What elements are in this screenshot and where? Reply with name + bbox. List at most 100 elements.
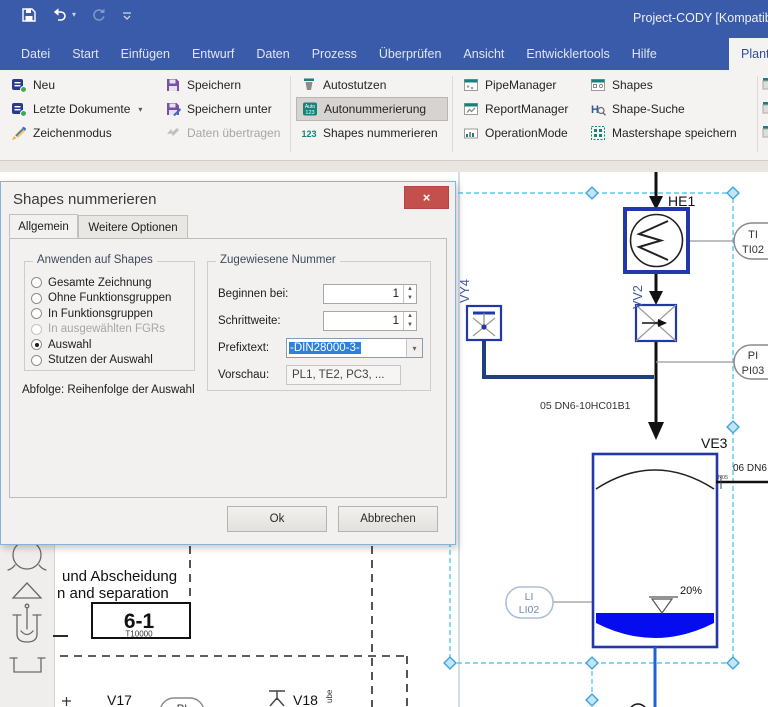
ribbon: Neu Letzte Dokumente ▾ Zeichenmodus Spei… — [0, 70, 768, 228]
ribbon-button-operationmode[interactable]: OperationMode — [458, 121, 573, 145]
spin-up-icon[interactable]: ▲ — [404, 312, 416, 321]
save-as-icon — [165, 101, 181, 117]
dialog-tab-allgemein[interactable]: Allgemein — [9, 214, 78, 238]
beginnen-bei-input[interactable]: 1 ▲ ▼ — [323, 284, 417, 304]
instrument-bubble-li02[interactable]: LI LI02 — [505, 586, 554, 619]
radio-icon — [31, 323, 42, 335]
dialog-title: Shapes nummerieren — [13, 191, 157, 208]
sheet-reference-box[interactable]: 6-1 T10000 — [91, 602, 191, 639]
number-group-box: Zugewiesene Nummer Beginnen bei: 1 ▲ ▼ Sc… — [207, 254, 431, 391]
tab-start[interactable]: Start — [61, 38, 109, 70]
ribbon-button-mastershape-speichern[interactable]: Mastershape speichern — [585, 121, 742, 145]
ribbon-button-autonummerierung-highlighted[interactable]: Auto 123 Autonummerierung — [296, 97, 448, 121]
selection-handle[interactable] — [585, 693, 599, 707]
selection-handle[interactable] — [726, 420, 740, 434]
radio-gesamte-zeichnung[interactable]: Gesamte Zeichnung — [25, 275, 194, 291]
close-icon: × — [422, 190, 431, 205]
spin-down-icon[interactable]: ▼ — [404, 294, 416, 303]
tab-hilfe[interactable]: Hilfe — [621, 38, 668, 70]
radio-in-funktionsgruppen[interactable]: In Funktionsgruppen — [25, 306, 194, 322]
vessel-ve3[interactable] — [591, 452, 719, 649]
selection-handle[interactable] — [443, 656, 457, 670]
radio-label: In ausgewählten FGRs — [48, 323, 165, 336]
spinner-control[interactable]: ▲ ▼ — [403, 285, 416, 303]
radio-auswahl-selected[interactable]: Auswahl — [25, 337, 194, 353]
transfer-data-icon — [165, 125, 181, 141]
tab-datei[interactable]: Datei — [10, 38, 61, 70]
new-document-icon — [11, 77, 27, 93]
combo-dropdown-button[interactable]: ▾ — [406, 339, 422, 357]
partial-ribbon-icon — [762, 101, 768, 115]
tab-ueberpruefen[interactable]: Überprüfen — [368, 38, 453, 70]
blue-pipe[interactable] — [482, 341, 654, 379]
tab-entwurf[interactable]: Entwurf — [181, 38, 245, 70]
ribbon-label: Zeichenmodus — [33, 126, 112, 140]
tab-einfuegen[interactable]: Einfügen — [110, 38, 181, 70]
title-block-text-en: n and separation — [57, 585, 169, 602]
ribbon-button-shapes-nummerieren[interactable]: 123 Shapes nummerieren — [296, 121, 448, 145]
selection-handle[interactable] — [726, 656, 740, 670]
svg-text:123: 123 — [305, 110, 314, 116]
undo-button[interactable]: ▾ — [51, 7, 76, 22]
radio-ohne-funktionsgruppen[interactable]: Ohne Funktionsgruppen — [25, 291, 194, 307]
ribbon-label: OperationMode — [485, 126, 568, 140]
selection-handle[interactable] — [726, 186, 740, 200]
undo-dropdown-caret[interactable]: ▾ — [72, 10, 76, 19]
instrument-text: TI — [748, 229, 758, 241]
tab-entwicklertools[interactable]: Entwicklertools — [515, 38, 620, 70]
ribbon-button-neu[interactable]: Neu — [6, 73, 147, 97]
tab-plantengineer-active[interactable]: PlantE — [729, 38, 768, 70]
input-value: 1 — [392, 315, 399, 327]
ribbon-button-daten-uebertragen-disabled[interactable]: Daten übertragen — [160, 121, 285, 145]
ok-button[interactable]: Ok — [227, 506, 327, 532]
ribbon-button-pipemanager[interactable]: PipeManager — [458, 73, 573, 97]
quick-access-toolbar: ▾ — [22, 7, 133, 22]
ribbon-label: ReportManager — [485, 102, 569, 116]
tab-ansicht[interactable]: Ansicht — [452, 38, 515, 70]
ribbon-button-speichern-unter[interactable]: Speichern unter — [160, 97, 285, 121]
ribbon-label: Speichern unter — [187, 102, 272, 116]
customize-qat-button[interactable] — [121, 9, 133, 21]
valve-vv2[interactable] — [634, 303, 678, 343]
valve-vy4[interactable] — [465, 304, 503, 342]
undo-icon — [53, 8, 66, 21]
shape-search-icon: H — [590, 101, 606, 117]
ribbon-button-letzte-dokumente[interactable]: Letzte Dokumente ▾ — [6, 97, 147, 121]
shapes-window-icon — [590, 77, 606, 93]
ribbon-label: Mastershape speichern — [612, 126, 737, 140]
dialog-tab-panel: Anwenden auf Shapes Gesamte Zeichnung Oh… — [9, 238, 447, 498]
prefixtext-combobox[interactable]: -DIN28000-3- ▾ — [286, 338, 423, 358]
radio-stutzen-der-auswahl[interactable]: Stutzen der Auswahl — [25, 353, 194, 369]
label-pipe05: 05 DN6-10HC01B1 — [540, 400, 631, 412]
ribbon-button-zeichenmodus[interactable]: Zeichenmodus — [6, 121, 147, 145]
selection-handle[interactable] — [585, 186, 599, 200]
selection-handle[interactable] — [585, 656, 599, 670]
instrument-text: LI02 — [519, 604, 540, 616]
dialog-tab-weitere-optionen[interactable]: Weitere Optionen — [78, 215, 188, 239]
spinner-control[interactable]: ▲ ▼ — [403, 312, 416, 330]
ribbon-button-shapes[interactable]: Shapes — [585, 73, 742, 97]
title-bar: ▾ Project-CODY [Kompatib — [0, 0, 768, 38]
instrument-bubble-pi03[interactable]: PI PI03 — [733, 344, 768, 380]
instrument-bubble-ti02[interactable]: TI TI02 — [733, 222, 768, 260]
spin-up-icon[interactable]: ▲ — [404, 285, 416, 294]
save-button[interactable] — [22, 7, 36, 22]
tab-prozess[interactable]: Prozess — [301, 38, 368, 70]
dialog-close-button[interactable]: × — [404, 186, 449, 209]
redo-button-disabled[interactable] — [91, 7, 106, 22]
tab-daten[interactable]: Daten — [245, 38, 300, 70]
spin-down-icon[interactable]: ▼ — [404, 321, 416, 330]
ribbon-button-autostutzen[interactable]: Autostutzen — [296, 73, 448, 97]
valve-symbol-v18[interactable] — [269, 690, 285, 707]
partial-instrument-bubble-pi[interactable]: PI — [160, 697, 204, 707]
radio-in-ausgewaehlten-fgrs-disabled[interactable]: In ausgewählten FGRs — [25, 322, 194, 338]
ribbon-button-reportmanager[interactable]: ReportManager — [458, 97, 573, 121]
ribbon-button-speichern[interactable]: Speichern — [160, 73, 285, 97]
chevron-down-icon: ▾ — [412, 343, 417, 353]
recent-documents-icon — [11, 101, 27, 117]
label-nozzle: N05 — [718, 475, 728, 481]
schrittweite-input[interactable]: 1 ▲ ▼ — [323, 311, 417, 331]
cancel-button[interactable]: Abbrechen — [338, 506, 438, 532]
ribbon-button-shape-suche[interactable]: H Shape-Suche — [585, 97, 742, 121]
heat-exchanger-he1[interactable] — [623, 207, 690, 274]
